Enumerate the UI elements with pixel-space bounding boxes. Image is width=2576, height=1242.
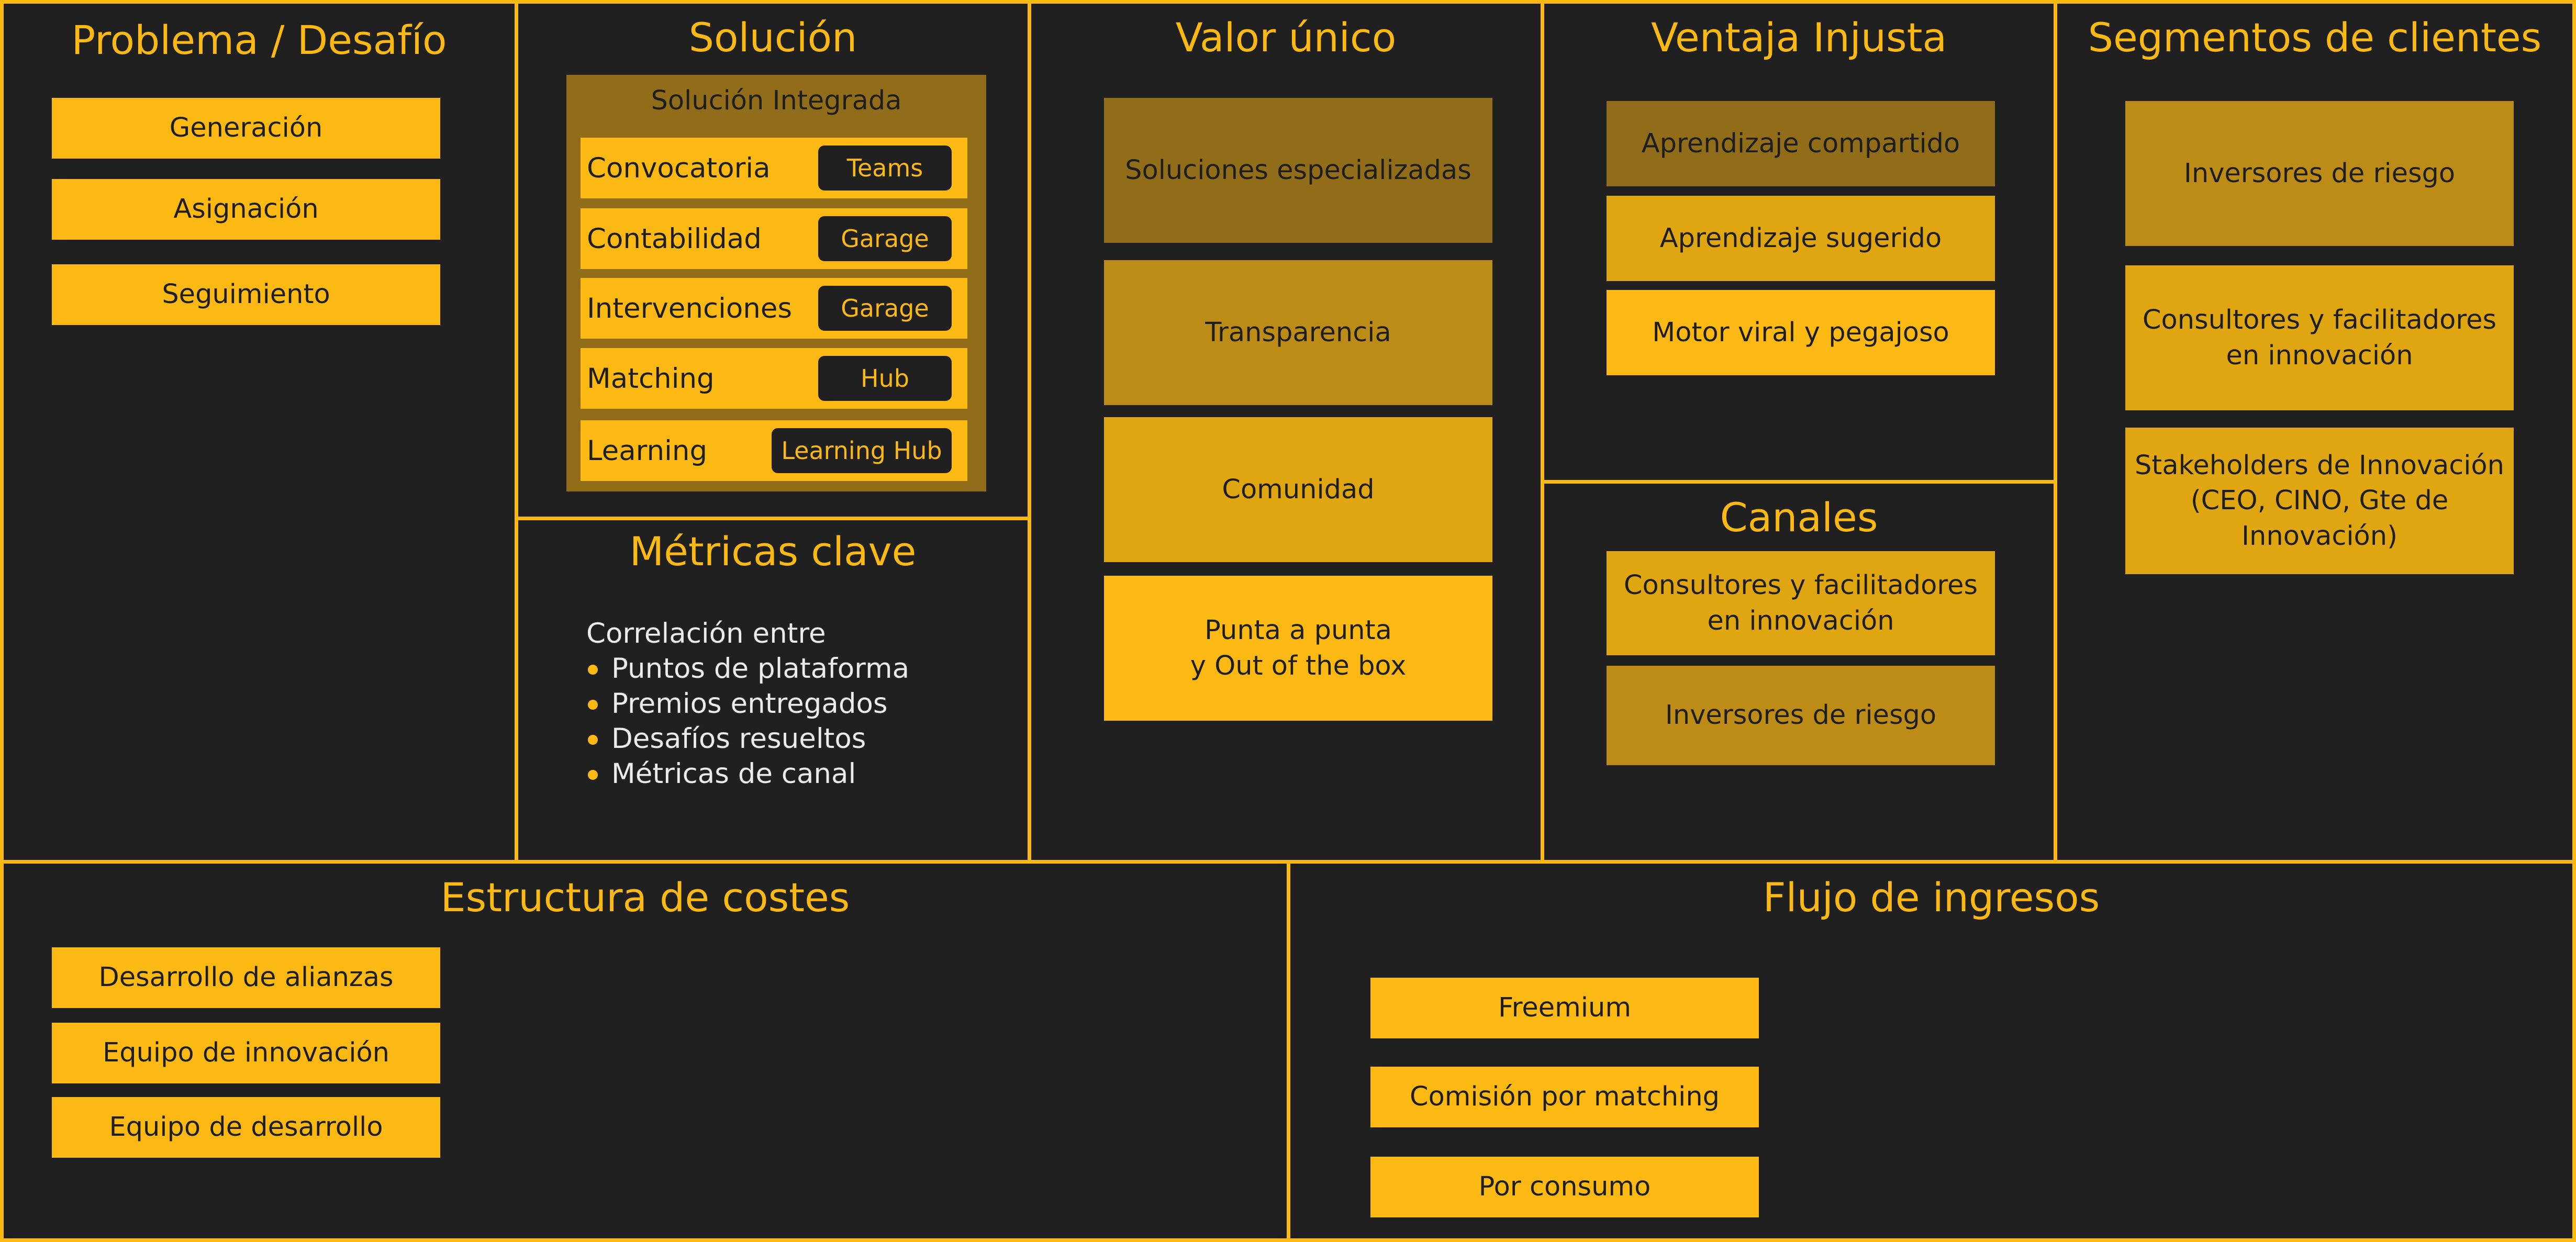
key-metrics-item: Premios entregados [611,688,888,720]
solution-row-tag: Garage [818,216,952,261]
solution-title: Solución [688,14,857,61]
problem-item-assignment: Asignación [52,179,440,240]
list-item: Métricas de canal [586,756,909,791]
solution-row-label: Intervenciones [587,292,793,325]
key-metrics-item: Puntos de plataforma [611,653,910,685]
unfair-advantage-item-suggested-learning: Aprendizaje sugerido [1607,196,1995,281]
revenue-item-matching-commission: Comisión por matching [1370,1067,1759,1127]
revenue-streams-title: Flujo de ingresos [1763,874,2100,921]
solution-row-tag: Hub [818,356,952,401]
customer-segment-item-stakeholders: Stakeholders de Innovación (CEO, CINO, G… [2125,428,2514,574]
channels-item-investors: Inversores de riesgo [1607,666,1995,765]
solution-row-tag: Learning Hub [772,428,952,473]
key-metrics-intro: Correlación entre [586,618,826,650]
customer-segments-title: Segmentos de clientes [2088,14,2542,61]
solution-row-label: Contabilidad [587,222,762,255]
channels-title: Canales [1720,494,1878,541]
solution-row-label: Convocatoria [587,152,771,184]
revenue-item-freemium: Freemium [1370,978,1759,1038]
solution-row-intervenciones: Intervenciones Garage [581,278,967,339]
key-metrics-item: Métricas de canal [611,758,856,790]
solution-row-label: Learning [587,434,708,467]
unique-value-item-transparency: Transparencia [1104,260,1492,405]
bullet-icon [588,770,598,780]
unfair-advantage-item-viral-engine: Motor viral y pegajoso [1607,290,1995,375]
cost-item-development-team: Equipo de desarrollo [52,1097,440,1158]
unique-value-section: Valor único Soluciones especializadas Tr… [1028,0,1544,864]
unique-value-title: Valor único [1175,14,1397,61]
cost-structure-title: Estructura de costes [440,874,850,921]
unfair-advantage-title: Ventaja Injusta [1651,14,1947,61]
integrated-solution-title: Solución Integrada [651,85,902,116]
solution-row-tag: Garage [818,286,952,331]
unique-value-item-end-to-end: Punta a punta y Out of the box [1104,576,1492,721]
key-metrics-section: Métricas clave Correlación entre Puntos … [515,517,1031,864]
unfair-advantage-item-shared-learning: Aprendizaje compartido [1607,101,1995,186]
channels-item-consultants: Consultores y facilitadores en innovació… [1607,551,1995,655]
list-item: Desafíos resueltos [586,721,909,756]
problem-item-tracking: Seguimiento [52,264,440,325]
unique-value-item-community: Comunidad [1104,417,1492,562]
revenue-streams-section: Flujo de ingresos Freemium Comisión por … [1287,860,2576,1242]
solution-row-label: Matching [587,362,715,395]
solution-row-tag: Teams [818,146,952,191]
bullet-icon [588,665,598,675]
channels-section: Canales Consultores y facilitadores en i… [1541,480,2057,864]
customer-segments-section: Segmentos de clientes Inversores de ries… [2054,0,2576,864]
problem-title: Problema / Desafío [71,17,447,63]
solution-row-convocatoria: Convocatoria Teams [581,138,967,198]
customer-segment-item-investors: Inversores de riesgo [2125,101,2514,246]
solution-section: Solución Solución Integrada Convocatoria… [515,0,1031,520]
cost-structure-section: Estructura de costes Desarrollo de alian… [0,860,1290,1242]
customer-segment-item-consultants: Consultores y facilitadores en innovació… [2125,265,2514,410]
key-metrics-list: Puntos de plataforma Premios entregados … [586,651,909,791]
lean-canvas: Problema / Desafío Generación Asignación… [0,0,2576,1242]
bullet-icon [588,700,598,710]
cost-item-alliances: Desarrollo de alianzas [52,947,440,1008]
key-metrics-title: Métricas clave [629,528,917,575]
problem-section: Problema / Desafío Generación Asignación… [0,0,518,864]
solution-row-learning: Learning Learning Hub [581,420,967,481]
integrated-solution-panel: Solución Integrada Convocatoria Teams Co… [566,75,986,491]
revenue-item-consumption: Por consumo [1370,1157,1759,1217]
unfair-advantage-section: Ventaja Injusta Aprendizaje compartido A… [1541,0,2057,484]
solution-row-matching: Matching Hub [581,348,967,409]
bullet-icon [588,735,598,745]
solution-row-contabilidad: Contabilidad Garage [581,208,967,269]
unique-value-item-specialized: Soluciones especializadas [1104,98,1492,243]
cost-item-innovation-team: Equipo de innovación [52,1023,440,1083]
key-metrics-item: Desafíos resueltos [611,723,866,755]
list-item: Premios entregados [586,686,909,721]
list-item: Puntos de plataforma [586,651,909,686]
problem-item-generation: Generación [52,98,440,159]
key-metrics-content: Correlación entre Puntos de plataforma P… [586,616,909,791]
